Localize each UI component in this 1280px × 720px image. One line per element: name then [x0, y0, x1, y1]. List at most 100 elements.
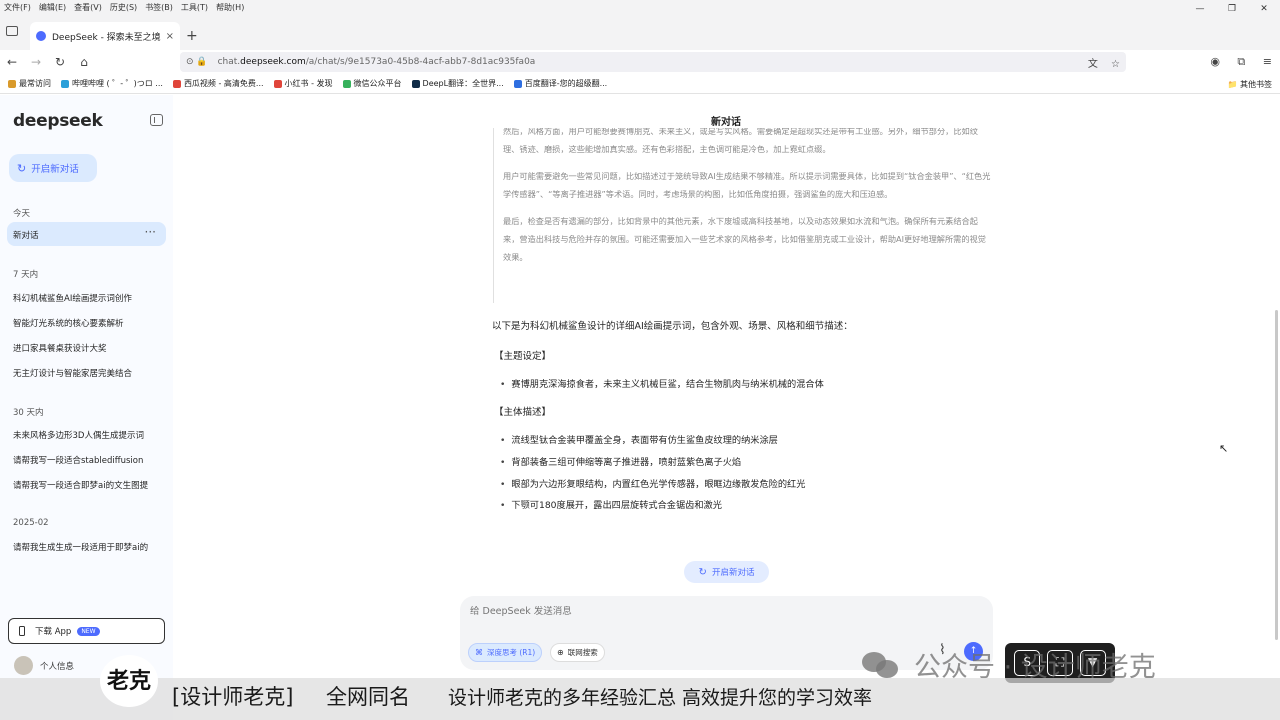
new-chat-pill-button[interactable]: ↻ 开启新对话 [684, 561, 769, 583]
thinking-paragraph: 用户可能需要避免一些常见问题，比如描述过于笼统导致AI生成结果不够精准。所以提示… [503, 171, 991, 199]
menu-bookmarks[interactable]: 书签(B) [145, 2, 173, 13]
back-arrow-icon[interactable]: ← [0, 55, 24, 69]
history-item[interactable]: 请帮我生成生成一段适用于即梦ai的 [13, 541, 158, 553]
toolbar-right-icons: ◉ ⧉ ≡ [1196, 55, 1272, 69]
answer-intro: 以下是为科幻机械鲨鱼设计的详细AI绘画提示词，包含外观、场景、风格和细节描述： [492, 321, 853, 332]
new-chat-label: 开启新对话 [31, 164, 79, 175]
new-chat-button[interactable]: ↻ 开启新对话 [9, 154, 97, 182]
new-chat-icon: ↻ [17, 161, 27, 175]
bookmark-item[interactable]: 哔哩哔哩 ( ゜- ゜)つロ ... [61, 78, 163, 89]
menu-view[interactable]: 查看(V) [74, 2, 102, 13]
list-item: 流线型钛合金装甲覆盖全身，表面带有仿生鲨鱼皮纹理的纳米涂层 [500, 432, 777, 446]
bookmark-favicon-icon [273, 79, 282, 88]
thinking-paragraph: 然后，风格方面，用户可能想要赛博朋克、未来主义，或是写实风格。需要确定是超现实还… [503, 128, 978, 154]
bookmark-favicon-icon [8, 79, 16, 88]
translate-icon[interactable]: 文 [1088, 59, 1098, 70]
history-item[interactable]: 科幻机械鲨鱼AI绘画提示词创作 [13, 292, 158, 304]
close-tab-icon[interactable]: × [166, 31, 174, 42]
web-search-toggle[interactable]: ⊕ 联网搜索 [550, 643, 605, 662]
bookmark-favicon-icon [411, 79, 420, 88]
tab-list-icon[interactable] [6, 26, 18, 36]
deepseek-favicon-icon [36, 31, 46, 41]
list-item: 背部装备三组可伸缩等离子推进器，喷射蓝紫色离子火焰 [500, 454, 741, 468]
list-item: 下颚可180度展开，露出四层旋转式合金锯齿和激光 [500, 497, 721, 511]
history-item[interactable]: 请帮我写一段适合即梦ai的文生图提 [13, 479, 158, 491]
navigation-toolbar: ← → ↻ ⌂ ⊙ 🔒 chat. deepseek.com/a/chat/s/9… [0, 50, 1280, 74]
deepseek-logo[interactable]: deepseek [13, 111, 103, 131]
bookmark-item[interactable]: 西瓜视频 - 高清免费... [172, 78, 264, 89]
bookmark-item[interactable]: DeepL翻译：全世界... [411, 78, 504, 89]
tab-strip: DeepSeek - 探索未至之境 × + [0, 14, 1280, 50]
history-item[interactable]: 智能灯光系统的核心要素解析 [13, 317, 158, 329]
menu-edit[interactable]: 编辑(E) [39, 2, 66, 13]
wechat-icon [862, 650, 902, 680]
caption-same-name: 全网同名 [326, 685, 410, 709]
phone-icon [19, 626, 25, 636]
list-item: 眼部为六边形复眼结构，内置红色光学传感器，眼眶边缘散发危险的红光 [500, 476, 805, 490]
tab-deepseek[interactable]: DeepSeek - 探索未至之境 × [30, 22, 180, 50]
page-scrollbar[interactable] [1275, 310, 1278, 640]
section-title-7days: 7 天内 [13, 270, 39, 280]
menu-tools[interactable]: 工具(T) [181, 2, 208, 13]
history-item[interactable]: 未来风格多边形3D人偶生成提示词 [13, 429, 158, 441]
other-bookmarks[interactable]: 📁 其他书签 [1227, 79, 1272, 90]
url-prefix: chat. [217, 57, 241, 67]
extensions-icon[interactable]: ⧉ [1237, 55, 1245, 68]
menu-file[interactable]: 文件(F) [4, 2, 31, 13]
bookmarks-bar: 最常访问 哔哩哔哩 ( ゜- ゜)つロ ... 西瓜视频 - 高清免费... 小… [0, 74, 1280, 94]
menu-history[interactable]: 历史(S) [110, 2, 137, 13]
avatar [14, 656, 33, 675]
tab-title: DeepSeek - 探索未至之境 [52, 32, 161, 43]
url-bar[interactable]: ⊙ 🔒 chat. deepseek.com/a/chat/s/9e1573a0-… [180, 52, 1126, 72]
bookmark-favicon-icon [61, 79, 69, 88]
message-input[interactable] [470, 606, 940, 617]
url-host: deepseek.com [240, 57, 306, 67]
download-app-label: 下载 App [35, 627, 72, 637]
history-item[interactable]: 无主灯设计与智能家居完美结合 [13, 367, 158, 379]
section-title-2025-02: 2025-02 [13, 518, 49, 528]
home-icon[interactable]: ⌂ [72, 55, 96, 69]
reload-icon[interactable]: ↻ [48, 55, 72, 69]
bookmark-favicon-icon [513, 79, 522, 88]
history-item-label: 新对话 [13, 231, 39, 241]
new-chat-pill-label: 开启新对话 [711, 568, 755, 578]
profile-button[interactable]: 个人信息 [14, 656, 74, 675]
bookmark-favicon-icon [172, 79, 181, 88]
url-path: /a/chat/s/9e1573a0-45b8-4acf-abb7-8d1ac9… [305, 57, 536, 67]
history-item[interactable]: 进口家具餐桌获设计大奖 [13, 342, 158, 354]
site-info-icon[interactable]: ⊙ 🔒 [186, 57, 208, 67]
app-menu-icon[interactable]: ≡ [1263, 55, 1272, 68]
url-bar-actions: 文 ☆ [1078, 55, 1120, 70]
sidebar: deepseek ↻ 开启新对话 今天 新对话 ··· 7 天内 科幻机械鲨鱼A… [0, 95, 173, 720]
browser-menubar: 文件(F) 编辑(E) 查看(V) 历史(S) 书签(B) 工具(T) 帮助(H… [0, 0, 1280, 14]
author-logo: 老克 [100, 655, 158, 707]
new-tab-button[interactable]: + [186, 28, 198, 44]
bookmark-item[interactable]: 最常访问 [8, 78, 51, 89]
page-title: 新对话 [711, 117, 741, 128]
bookmark-star-icon[interactable]: ☆ [1111, 59, 1120, 70]
deep-think-toggle[interactable]: ⌘ 深度思考 (R1) [468, 643, 543, 662]
new-chat-icon: ↻ [698, 566, 707, 578]
history-item[interactable]: 请帮我写一段适合stablediffusion [13, 454, 158, 466]
profile-label: 个人信息 [40, 661, 75, 672]
download-app-button[interactable]: 下载 App NEW [8, 618, 165, 644]
bookmark-item[interactable]: 小红书 - 发现 [273, 78, 333, 89]
thinking-paragraph: 最后，检查是否有遗漏的部分，比如背景中的其他元素，水下废墟或高科技基地，以及动态… [503, 216, 986, 262]
more-options-icon[interactable]: ··· [145, 225, 156, 239]
bookmark-item[interactable]: 微信公众平台 [342, 78, 402, 89]
collapse-sidebar-icon[interactable] [150, 114, 163, 126]
forward-arrow-icon[interactable]: → [24, 55, 48, 69]
menu-help[interactable]: 帮助(H) [216, 2, 244, 13]
account-icon[interactable]: ◉ [1210, 55, 1220, 68]
globe-icon: ⊕ [557, 648, 564, 657]
thinking-block: 然后，风格方面，用户可能想要赛博朋克、未来主义，或是写实风格。需要确定是超现实还… [493, 128, 991, 303]
section-title-30days: 30 天内 [13, 408, 44, 418]
theme-heading: 【主题设定】 [494, 351, 552, 362]
history-item-active[interactable]: 新对话 ··· [7, 222, 166, 246]
body-heading: 【主体描述】 [494, 407, 552, 418]
deep-think-label: 深度思考 (R1) [487, 648, 536, 657]
mouse-cursor-icon: ↖ [1219, 442, 1229, 455]
bookmark-item[interactable]: 百度翻译-您的超级翻... [513, 78, 607, 89]
deep-think-icon: ⌘ [475, 648, 483, 657]
new-badge: NEW [77, 626, 100, 636]
